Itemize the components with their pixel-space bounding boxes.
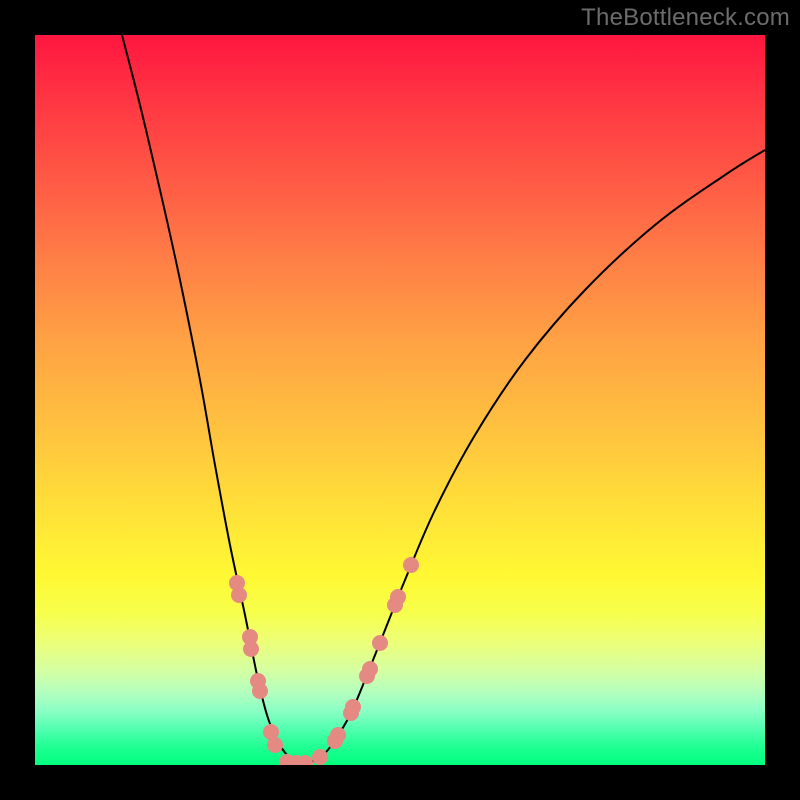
- data-dot: [312, 749, 328, 765]
- data-dot: [252, 683, 268, 699]
- data-dot: [372, 635, 388, 651]
- plot-area: [35, 35, 765, 765]
- data-dot: [362, 661, 378, 677]
- watermark-text: TheBottleneck.com: [581, 4, 790, 32]
- data-dot: [330, 727, 346, 743]
- data-dots-group: [229, 557, 419, 765]
- data-dot: [345, 699, 361, 715]
- data-dot: [390, 589, 406, 605]
- data-dot: [403, 557, 419, 573]
- data-dot: [267, 737, 283, 753]
- data-dot: [231, 587, 247, 603]
- data-dot: [243, 641, 259, 657]
- outer-frame: TheBottleneck.com: [0, 0, 800, 800]
- curve-left-branch: [122, 35, 297, 762]
- curve-svg: [35, 35, 765, 765]
